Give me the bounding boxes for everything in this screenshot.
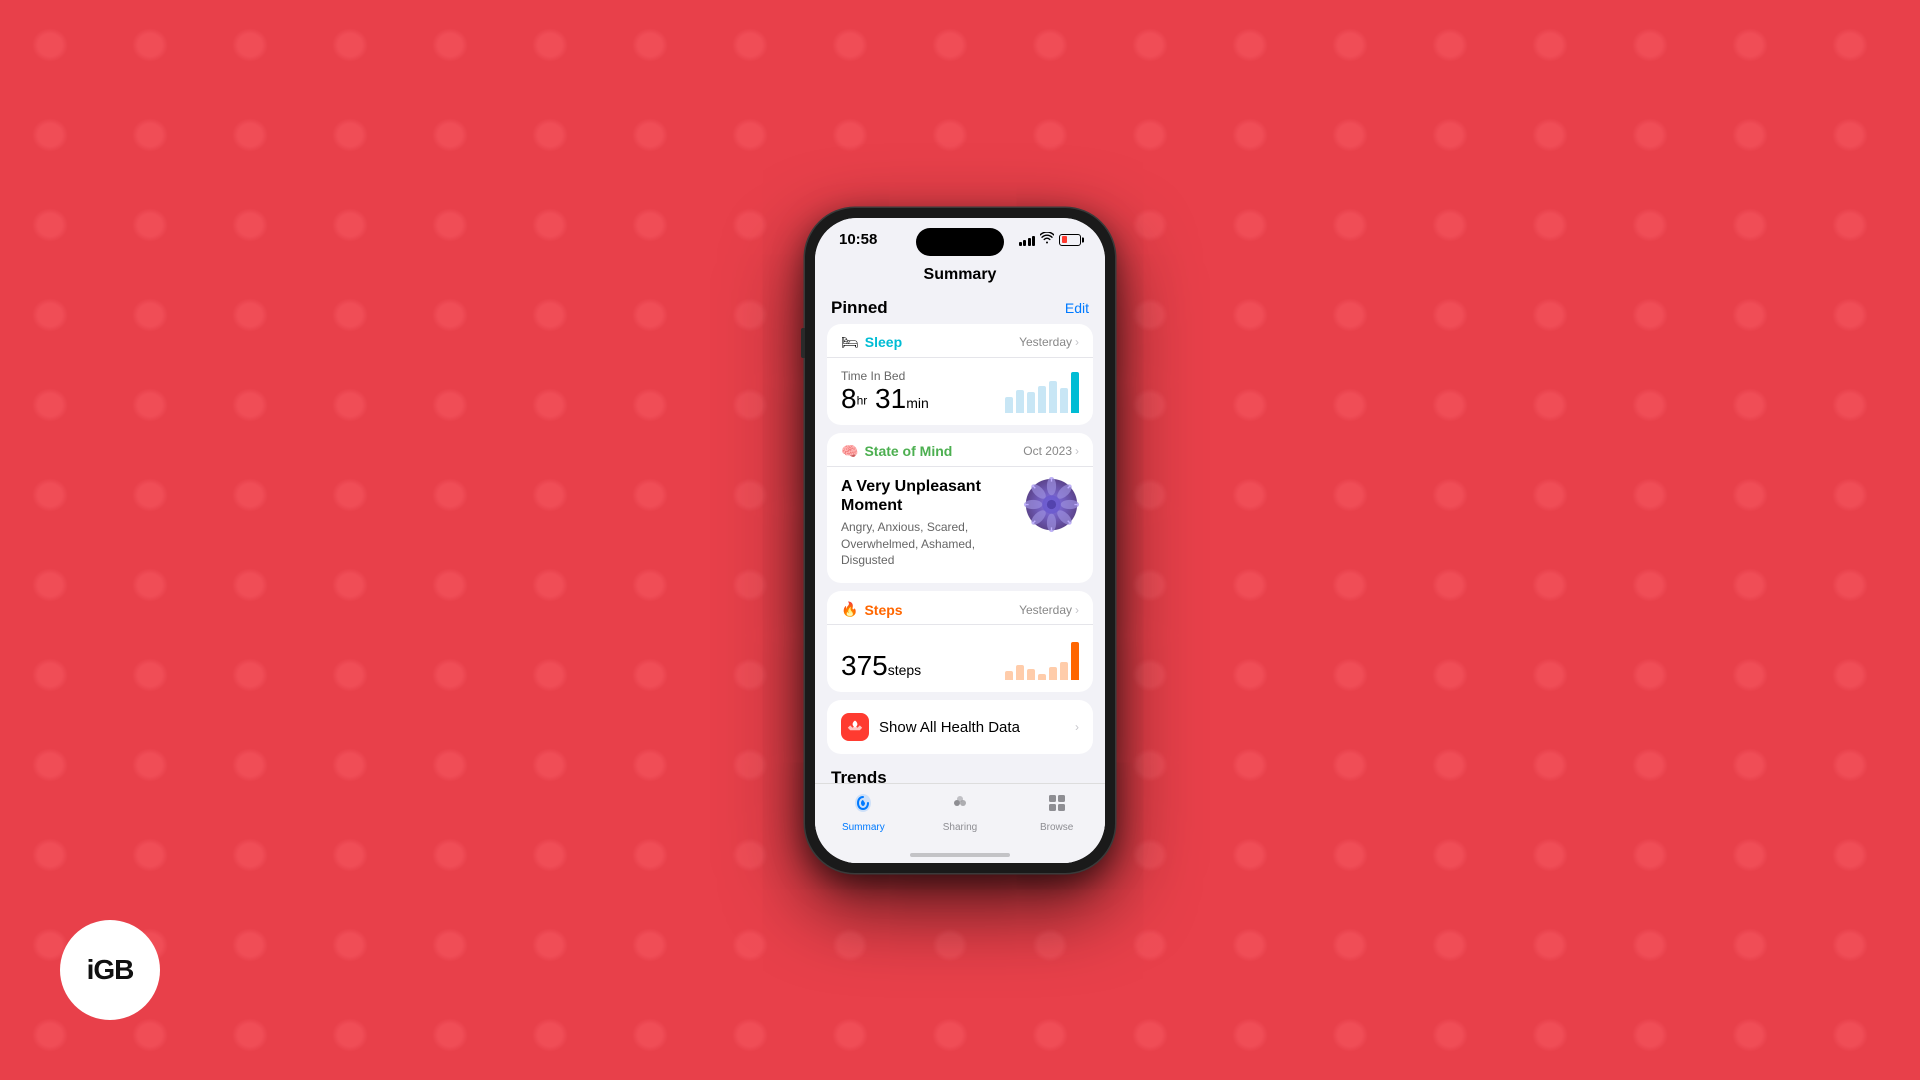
sleep-metric: Time In Bed 8hr 31min (841, 369, 929, 413)
home-indicator (815, 855, 1105, 863)
sleep-icon: 🛏 (841, 334, 859, 351)
status-bar: 10:58 (815, 218, 1105, 262)
pinned-section-header: Pinned Edit (827, 292, 1093, 324)
bar-3 (1027, 392, 1035, 412)
s-bar-3 (1027, 669, 1035, 680)
show-all-health-data-row[interactable]: Show All Health Data › (827, 700, 1093, 754)
trends-section-title: Trends (831, 768, 887, 782)
show-health-data-chevron: › (1075, 720, 1079, 734)
signal-bar-1 (1019, 242, 1022, 246)
sleep-min-label: min (906, 395, 929, 411)
sleep-metric-label: Time In Bed (841, 369, 929, 383)
steps-card-body: 375steps (827, 625, 1093, 692)
steps-icon: 🔥 (841, 601, 858, 618)
page-title: Summary (815, 262, 1105, 292)
bar-2 (1016, 390, 1024, 413)
pinned-section-title: Pinned (831, 298, 888, 318)
status-icons (1019, 232, 1082, 247)
steps-date: Yesterday › (1019, 603, 1079, 617)
health-data-icon (841, 713, 869, 741)
igb-logo: iGB (60, 920, 160, 1020)
sleep-card[interactable]: 🛏 Sleep Yesterday › Time In Bed 8hr 31 (827, 324, 1093, 425)
sleep-metric-value: 8hr 31min (841, 385, 929, 413)
som-heading: A Very Unpleasant Moment (841, 477, 1024, 515)
sleep-title: Sleep (865, 334, 902, 350)
som-card-header: 🧠 State of Mind Oct 2023 › (827, 433, 1093, 467)
som-description: Angry, Anxious, Scared, Overwhelmed, Ash… (841, 519, 1024, 569)
sleep-chart (1005, 368, 1079, 413)
som-mandala (1024, 477, 1079, 532)
steps-card-header: 🔥 Steps Yesterday › (827, 591, 1093, 625)
som-card-body: A Very Unpleasant Moment Angry, Anxious,… (827, 467, 1093, 584)
sleep-hours: 8 (841, 383, 857, 414)
dynamic-island (916, 228, 1004, 256)
browse-tab-icon (1046, 792, 1068, 820)
sleep-card-body: Time In Bed 8hr 31min (827, 358, 1093, 425)
trends-section-header: Trends (827, 762, 1093, 782)
sleep-minutes: 31 (875, 383, 906, 414)
tab-bar: Summary Sharing (815, 783, 1105, 855)
home-bar (910, 853, 1010, 857)
signal-bar-3 (1028, 238, 1031, 246)
s-bar-2 (1016, 665, 1024, 681)
steps-title-row: 🔥 Steps (841, 601, 903, 618)
edit-button[interactable]: Edit (1065, 300, 1089, 316)
bar-7-active (1071, 372, 1079, 413)
signal-bar-4 (1032, 236, 1035, 246)
signal-bars (1019, 234, 1036, 246)
bar-6 (1060, 388, 1068, 413)
browse-tab-label: Browse (1040, 822, 1073, 833)
sleep-card-header: 🛏 Sleep Yesterday › (827, 324, 1093, 358)
show-all-health-data-label: Show All Health Data (879, 719, 1065, 736)
s-bar-7-active (1071, 642, 1079, 680)
scroll-content[interactable]: Pinned Edit 🛏 Sleep Yesterday › (815, 292, 1105, 783)
sharing-tab-label: Sharing (943, 822, 977, 833)
s-bar-5 (1049, 667, 1057, 681)
sleep-title-row: 🛏 Sleep (841, 334, 902, 351)
steps-metric-value: 375steps (841, 652, 921, 680)
som-icon: 🧠 (841, 443, 858, 460)
tab-sharing[interactable]: Sharing (912, 792, 1009, 833)
steps-card[interactable]: 🔥 Steps Yesterday › 375steps (827, 591, 1093, 692)
steps-unit: steps (888, 662, 921, 678)
status-time: 10:58 (839, 231, 877, 248)
sleep-chevron: › (1075, 335, 1079, 349)
som-date-text: Oct 2023 (1023, 444, 1072, 458)
igb-logo-text: iGB (87, 954, 134, 986)
som-title: State of Mind (864, 443, 952, 459)
signal-bar-2 (1023, 240, 1026, 246)
som-chevron: › (1075, 444, 1079, 458)
s-bar-6 (1060, 662, 1068, 680)
tab-summary[interactable]: Summary (815, 792, 912, 833)
som-title-row: 🧠 State of Mind (841, 443, 952, 460)
bar-1 (1005, 397, 1013, 413)
sharing-tab-icon (949, 792, 971, 820)
summary-tab-icon (852, 792, 874, 820)
steps-chart (1005, 635, 1079, 680)
state-of-mind-card[interactable]: 🧠 State of Mind Oct 2023 › A Very Unplea… (827, 433, 1093, 584)
sleep-date: Yesterday › (1019, 335, 1079, 349)
app-content: Summary Pinned Edit 🛏 Sleep (815, 262, 1105, 863)
steps-title: Steps (864, 602, 902, 618)
battery-icon (1059, 234, 1081, 246)
s-bar-4 (1038, 674, 1046, 681)
sleep-date-text: Yesterday (1019, 335, 1072, 349)
wifi-icon (1040, 232, 1054, 247)
bar-4 (1038, 386, 1046, 413)
tab-browse[interactable]: Browse (1008, 792, 1105, 833)
steps-count: 375 (841, 650, 888, 681)
phone: 10:58 (805, 208, 1115, 873)
steps-chevron: › (1075, 603, 1079, 617)
som-date: Oct 2023 › (1023, 444, 1079, 458)
steps-date-text: Yesterday (1019, 603, 1072, 617)
bar-5 (1049, 381, 1057, 413)
sleep-hr-label: hr (857, 393, 868, 407)
summary-tab-label: Summary (842, 822, 885, 833)
som-text: A Very Unpleasant Moment Angry, Anxious,… (841, 477, 1024, 570)
s-bar-1 (1005, 671, 1013, 680)
phone-screen: 10:58 (815, 218, 1105, 863)
steps-metric: 375steps (841, 652, 921, 680)
